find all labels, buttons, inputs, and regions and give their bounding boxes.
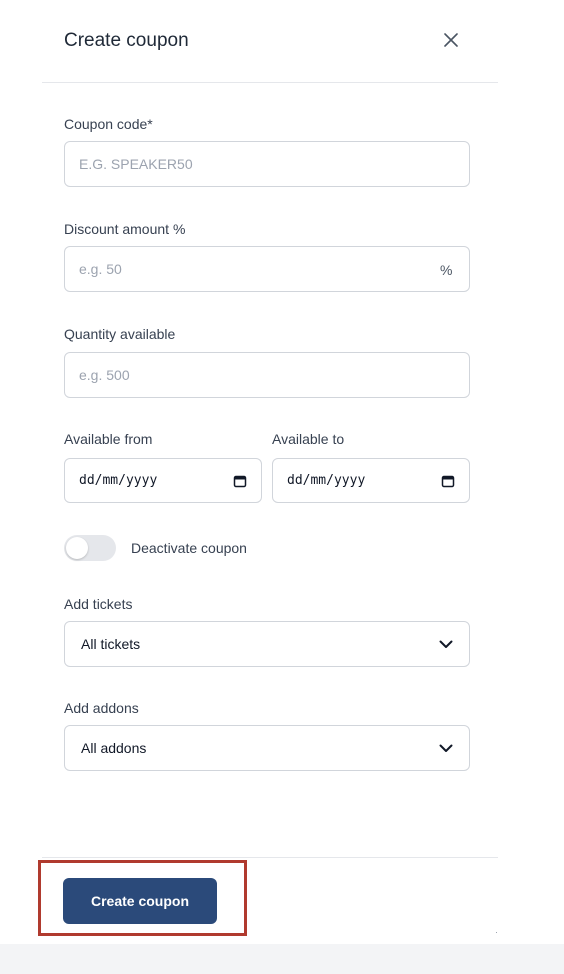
deactivate-coupon-label: Deactivate coupon (131, 540, 247, 556)
add-tickets-label: Add tickets (64, 596, 133, 612)
panel-header: Create coupon (42, 0, 498, 83)
add-addons-label: Add addons (64, 700, 139, 716)
coupon-code-input[interactable] (64, 141, 470, 187)
decorative-dot (496, 932, 497, 933)
available-to-date-value: dd/mm/yyyy (287, 473, 366, 488)
deactivate-coupon-toggle[interactable] (64, 535, 116, 561)
add-tickets-select[interactable]: All tickets (64, 621, 470, 667)
panel-title: Create coupon (64, 30, 189, 51)
add-addons-select[interactable]: All addons (64, 725, 470, 771)
quantity-available-label: Quantity available (64, 326, 176, 342)
available-from-date-value: dd/mm/yyyy (79, 473, 158, 488)
toggle-knob (66, 537, 88, 559)
create-coupon-button[interactable]: Create coupon (63, 878, 217, 924)
available-from-date-input[interactable]: dd/mm/yyyy (64, 458, 262, 503)
create-coupon-panel: Create coupon Coupon code* Discount amou… (0, 0, 564, 944)
discount-amount-label: Discount amount % (64, 221, 186, 237)
chevron-down-icon (439, 640, 453, 648)
close-icon (444, 33, 458, 47)
available-to-date-input[interactable]: dd/mm/yyyy (272, 458, 470, 503)
quantity-available-input[interactable] (64, 352, 470, 398)
add-tickets-selected-value: All tickets (81, 636, 141, 652)
add-addons-selected-value: All addons (81, 740, 147, 756)
close-button[interactable] (438, 27, 464, 53)
available-from-label: Available from (64, 431, 153, 447)
calendar-icon[interactable] (441, 474, 455, 488)
coupon-code-label: Coupon code* (64, 116, 153, 132)
available-to-label: Available to (272, 431, 345, 447)
calendar-icon[interactable] (233, 474, 247, 488)
chevron-down-icon (439, 744, 453, 752)
percent-suffix: % (440, 262, 453, 278)
footer-divider (42, 857, 498, 858)
discount-amount-input[interactable] (64, 246, 470, 292)
page-background-bottom (0, 944, 564, 974)
